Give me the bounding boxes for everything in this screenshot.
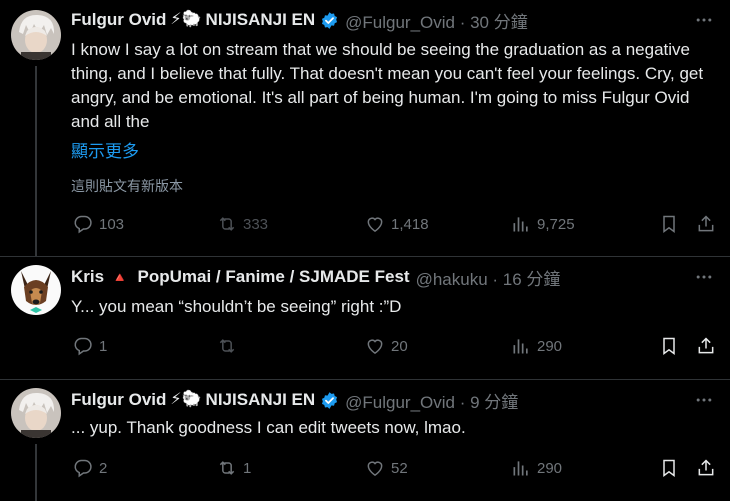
reply-count: 1: [99, 337, 108, 355]
tweet-2[interactable]: Kris 🔺 PopUmai / Fanime / SJMADE Fest @h…: [0, 257, 730, 380]
retweet-icon: [219, 339, 235, 353]
tweet-text: Y... you mean “shouldn’t be seeing” righ…: [71, 297, 402, 316]
like-icon: [367, 461, 383, 476]
show-more-link[interactable]: 顯示更多: [71, 137, 139, 162]
retweet-button[interactable]: [217, 335, 243, 357]
retweet-icon: [219, 217, 235, 231]
reply-count: 103: [99, 215, 125, 233]
like-button[interactable]: 1,418: [365, 213, 429, 235]
views-icon: [513, 461, 528, 476]
verified-badge-icon: [322, 391, 338, 409]
share-icon: [698, 215, 714, 232]
display-name[interactable]: Kris: [71, 267, 104, 287]
share-icon: [698, 337, 714, 354]
action-bar: 103 333 1,418 9,725: [0, 213, 730, 235]
reply-button[interactable]: 1: [73, 335, 107, 357]
views-count: 290: [537, 337, 563, 355]
handle-and-time[interactable]: @Fulgur_Ovid · 30 分鐘: [345, 8, 528, 33]
name-emoji: 🔺: [111, 269, 129, 285]
tweet-header: Fulgur Ovid ⚡🐑 NIJISANJI EN @Fulgur_Ovid…: [71, 8, 528, 33]
more-icon[interactable]: [692, 266, 716, 288]
bookmark-icon: [663, 459, 675, 477]
like-count: 52: [391, 459, 408, 477]
like-button[interactable]: 52: [365, 457, 408, 479]
handle-and-time[interactable]: @hakuku · 16 分鐘: [416, 265, 561, 290]
retweet-button[interactable]: 333: [217, 213, 268, 235]
tweet-text: I know I say a lot on stream that we sho…: [71, 40, 704, 131]
share-button[interactable]: [696, 213, 716, 235]
reply-button[interactable]: 103: [73, 213, 124, 235]
retweet-button[interactable]: 1: [217, 457, 251, 479]
bookmark-button[interactable]: [659, 457, 679, 479]
avatar-kris[interactable]: [11, 265, 61, 315]
more-icon[interactable]: [692, 9, 716, 31]
share-icon: [698, 459, 714, 476]
display-name-org[interactable]: NIJISANJI EN: [206, 390, 316, 410]
more-icon[interactable]: [692, 389, 716, 411]
edited-notice[interactable]: 這則貼文有新版本: [71, 176, 183, 196]
like-count: 1,418: [391, 215, 429, 233]
name-emoji: ⚡🐑: [170, 391, 202, 408]
views-icon: [513, 339, 528, 354]
reply-icon: [74, 337, 92, 356]
avatar-fulgur[interactable]: [11, 10, 61, 60]
action-bar: 1 20 290: [0, 335, 730, 357]
views-button[interactable]: 290: [511, 335, 562, 357]
tweet-1[interactable]: Fulgur Ovid ⚡🐑 NIJISANJI EN @Fulgur_Ovid…: [0, 0, 730, 256]
share-button[interactable]: [696, 457, 716, 479]
name-emoji: ⚡🐑: [170, 11, 202, 28]
action-bar: 2 1 52 290: [0, 457, 730, 479]
tweet-text: ... yup. Thank goodness I can edit tweet…: [71, 418, 466, 437]
display-name[interactable]: Fulgur Ovid: [71, 390, 166, 410]
retweet-icon: [219, 461, 235, 475]
views-button[interactable]: 290: [511, 457, 562, 479]
like-icon: [367, 339, 383, 354]
like-count: 20: [391, 337, 408, 355]
avatar-fulgur[interactable]: [11, 388, 61, 438]
like-button[interactable]: 20: [365, 335, 408, 357]
bookmark-button[interactable]: [659, 335, 679, 357]
reply-icon: [74, 215, 92, 234]
tweet-header: Fulgur Ovid ⚡🐑 NIJISANJI EN @Fulgur_Ovid…: [71, 388, 518, 413]
tweet-3[interactable]: Fulgur Ovid ⚡🐑 NIJISANJI EN @Fulgur_Ovid…: [0, 380, 730, 501]
reply-button[interactable]: 2: [73, 457, 107, 479]
display-name-org[interactable]: PopUmai / Fanime / SJMADE Fest: [138, 267, 410, 287]
reply-icon: [74, 459, 92, 478]
bookmark-button[interactable]: [659, 213, 679, 235]
reply-count: 2: [99, 459, 108, 477]
share-button[interactable]: [696, 335, 716, 357]
verified-badge-icon: [322, 11, 338, 29]
like-icon: [367, 217, 383, 232]
display-name-org[interactable]: NIJISANJI EN: [206, 10, 316, 30]
bookmark-icon: [663, 337, 675, 355]
views-button[interactable]: 9,725: [511, 213, 575, 235]
retweet-count: 1: [243, 459, 252, 477]
handle-and-time[interactable]: @Fulgur_Ovid · 9 分鐘: [345, 388, 518, 413]
views-count: 290: [537, 459, 563, 477]
views-icon: [513, 217, 528, 232]
views-count: 9,725: [537, 215, 575, 233]
tweet-header: Kris 🔺 PopUmai / Fanime / SJMADE Fest @h…: [71, 265, 561, 290]
display-name[interactable]: Fulgur Ovid: [71, 10, 166, 30]
retweet-count: 333: [243, 215, 269, 233]
bookmark-icon: [663, 215, 675, 233]
